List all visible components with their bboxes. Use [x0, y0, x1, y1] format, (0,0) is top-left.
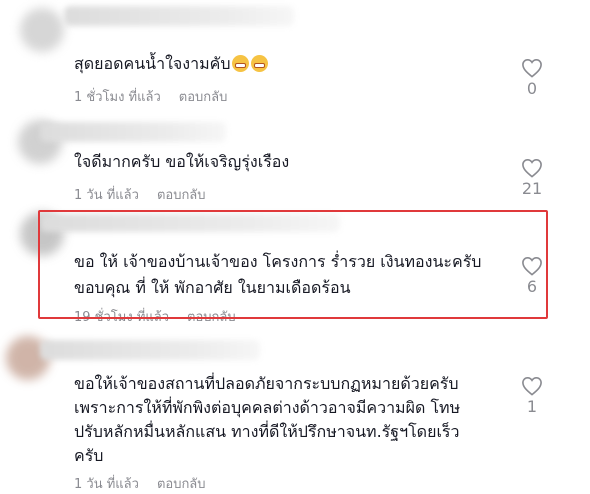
- heart-outline-icon: [522, 158, 542, 178]
- comment-time: 1 วัน ที่แล้ว: [74, 477, 139, 492]
- like-count: 21: [521, 179, 543, 198]
- comment-time: 1 ชั่วโมง ที่แล้ว: [74, 90, 161, 105]
- comment-text: สุดยอดคนน้ำใจงามคับ: [74, 52, 269, 76]
- comment-meta: 1 วัน ที่แล้ว ตอบกลับ: [74, 473, 206, 494]
- grinning-face-emoji: [232, 55, 250, 72]
- like-button[interactable]: 0: [512, 58, 552, 98]
- avatar[interactable]: [20, 8, 64, 52]
- comment-text: เพราะการให้ที่พักพิงต่อบุคคลต่างด้าวอาจม…: [74, 398, 461, 417]
- comment-meta: 1 ชั่วโมง ที่แล้ว ตอบกลับ: [74, 86, 227, 107]
- like-count: 0: [526, 79, 538, 98]
- like-button[interactable]: 21: [512, 158, 552, 198]
- username-blurred[interactable]: [40, 122, 226, 142]
- username-blurred[interactable]: [40, 214, 340, 232]
- comment-time: 1 วัน ที่แล้ว: [74, 188, 139, 203]
- comment-time: 19 ชั่วโมง ที่แล้ว: [74, 310, 170, 325]
- comment-text: ขอบคุณ ที่ ให้ พักอาศัย ในยามเดือดร้อน: [74, 278, 351, 297]
- comment-text: ขอ ให้ เจ้าของบ้านเจ้าของ โครงการ ร่ำรวย…: [74, 252, 482, 271]
- like-button[interactable]: 1: [512, 376, 552, 416]
- grinning-face-emoji: [251, 55, 269, 72]
- comment-text: ปรับหลักหมื่นหลักแสน ทางที่ดีให้ปรึกษาจน…: [74, 422, 460, 441]
- like-count: 1: [526, 397, 538, 416]
- comment-text: ขอให้เจ้าของสถานที่ปลอดภัยจากระบบกฏหมายด…: [74, 374, 459, 393]
- like-button[interactable]: 6: [512, 256, 552, 296]
- reply-button[interactable]: ตอบกลับ: [187, 310, 236, 325]
- comment-meta: 19 ชั่วโมง ที่แล้ว ตอบกลับ: [74, 306, 236, 327]
- comment-meta: 1 วัน ที่แล้ว ตอบกลับ: [74, 184, 206, 205]
- comment-text: ครับ: [74, 446, 104, 465]
- username-blurred[interactable]: [64, 6, 294, 26]
- like-count: 6: [526, 277, 538, 296]
- heart-outline-icon: [522, 256, 542, 276]
- reply-button[interactable]: ตอบกลับ: [157, 188, 206, 203]
- reply-button[interactable]: ตอบกลับ: [157, 477, 206, 492]
- heart-outline-icon: [522, 376, 542, 396]
- username-blurred[interactable]: [40, 340, 260, 360]
- reply-button[interactable]: ตอบกลับ: [179, 90, 228, 105]
- comment-text: ใจดีมากครับ ขอให้เจริญรุ่งเรือง: [74, 152, 290, 171]
- heart-outline-icon: [522, 58, 542, 78]
